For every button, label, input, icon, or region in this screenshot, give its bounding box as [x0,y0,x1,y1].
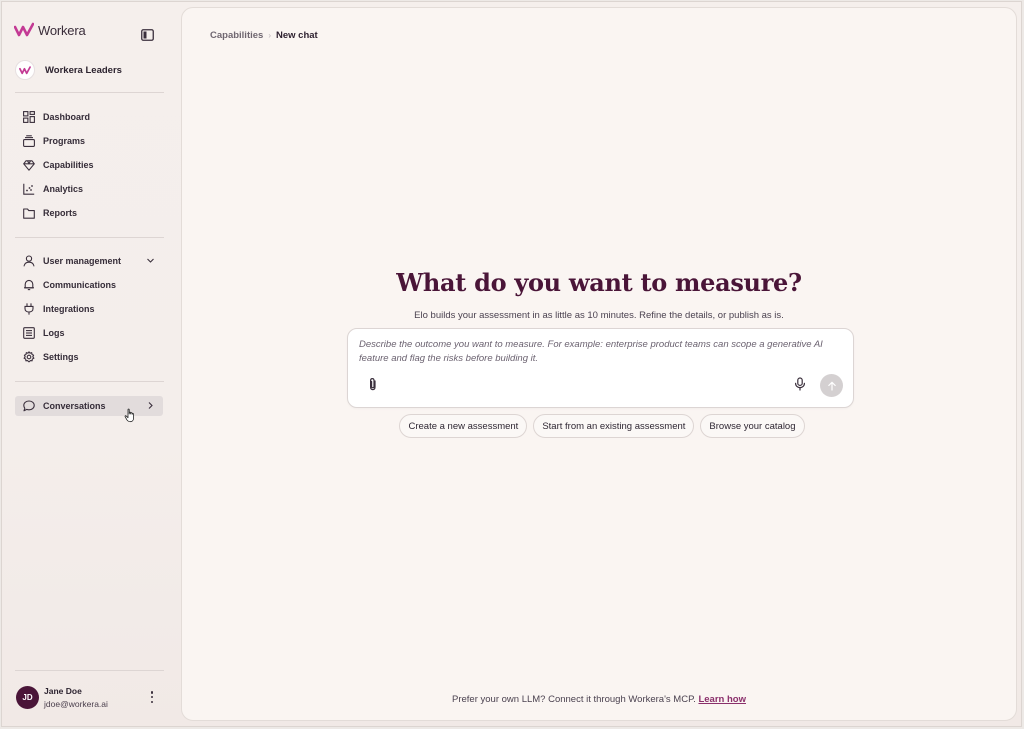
prompt-input[interactable] [359,338,829,368]
brand-logo[interactable]: Workera [14,22,86,38]
hand-cursor-icon [124,408,134,423]
sidebar-item-label: Conversations [43,401,106,411]
footer-note: Prefer your own LLM? Connect it through … [182,694,1016,705]
sidebar-item-communications[interactable]: Communications [15,275,163,295]
sidebar-item-user-management[interactable]: User management [15,251,163,271]
sidebar-item-dashboard[interactable]: Dashboard [15,107,163,127]
kebab-dot [150,691,154,694]
chat-icon [22,400,35,413]
chip-browse-catalog[interactable]: Browse your catalog [700,414,805,438]
sidebar-item-label: Analytics [43,184,84,194]
breadcrumb-link-capabilities[interactable]: Capabilities [210,30,263,41]
plug-icon [22,303,35,316]
attach-button[interactable] [366,377,380,391]
sidebar-item-label: Logs [43,328,65,338]
microphone-button[interactable] [793,377,807,391]
suggestion-chips: Create a new assessment Start from an ex… [182,414,1016,438]
stack-icon [22,135,35,148]
bell-icon [22,279,35,292]
sidebar-item-integrations[interactable]: Integrations [15,299,163,319]
dashboard-icon [22,111,35,124]
sidebar: Workera Workera Leaders Dashboard Progra… [2,2,180,726]
paperclip-icon [370,377,376,391]
gear-icon [22,351,35,364]
user-name: Jane Doe [44,686,82,696]
user-icon [22,255,35,268]
sidebar-item-label: Reports [43,208,78,218]
divider [15,670,164,671]
chart-icon [22,183,35,196]
org-name: Workera Leaders [45,64,122,76]
avatar: JD [16,686,39,709]
sidebar-item-reports[interactable]: Reports [15,203,163,223]
sidebar-item-label: Integrations [43,304,95,314]
chat-composer [347,328,854,408]
divider [15,92,164,93]
microphone-icon [795,377,805,391]
chevron-right-icon [148,402,153,409]
user-menu-button[interactable] [148,690,156,704]
breadcrumb-current: New chat [276,30,318,41]
page-title: What do you want to measure? [396,268,802,297]
page-subtitle: Elo builds your assessment in as little … [414,310,784,321]
sidebar-item-conversations[interactable]: Conversations [15,396,163,416]
workera-logo-icon [14,22,34,37]
chevron-down-icon [147,258,154,263]
sidebar-item-capabilities[interactable]: Capabilities [15,155,163,175]
sidebar-item-label: Communications [43,280,117,290]
arrow-up-icon [827,381,836,391]
app-window: Workera Workera Leaders Dashboard Progra… [1,1,1022,727]
org-avatar [15,60,35,80]
folder-icon [22,207,35,220]
user-profile[interactable]: JD Jane Doe jdoe@workera.ai [16,686,108,709]
brand-name: Workera [38,22,86,38]
sidebar-item-programs[interactable]: Programs [15,131,163,151]
org-logo-icon [19,65,31,74]
sidebar-toggle-icon [141,29,154,41]
sidebar-item-label: Settings [43,352,79,362]
sidebar-item-settings[interactable]: Settings [15,347,163,367]
chip-existing-assessment[interactable]: Start from an existing assessment [533,414,695,438]
send-button[interactable] [820,374,843,397]
sidebar-item-label: Dashboard [43,112,91,122]
kebab-dot [150,695,154,699]
learn-how-link[interactable]: Learn how [698,694,746,705]
list-icon [22,327,35,340]
sidebar-item-analytics[interactable]: Analytics [15,179,163,199]
chip-create-assessment[interactable]: Create a new assessment [399,414,528,438]
kebab-dot [150,700,154,703]
sidebar-item-label: User management [43,256,122,266]
sidebar-item-logs[interactable]: Logs [15,323,163,343]
collapse-sidebar-button[interactable] [141,28,155,41]
sidebar-item-label: Capabilities [43,160,94,170]
sidebar-item-label: Programs [43,136,86,146]
chevron-right-icon: › [268,31,271,40]
main-panel: Capabilities › New chat What do you want… [181,7,1017,721]
org-switcher[interactable]: Workera Leaders [15,60,122,80]
breadcrumb: Capabilities › New chat [210,30,318,41]
divider [15,381,164,382]
footer-text: Prefer your own LLM? Connect it through … [452,694,696,705]
user-email: jdoe@workera.ai [44,699,108,709]
gem-icon [22,159,35,172]
divider [15,237,164,238]
